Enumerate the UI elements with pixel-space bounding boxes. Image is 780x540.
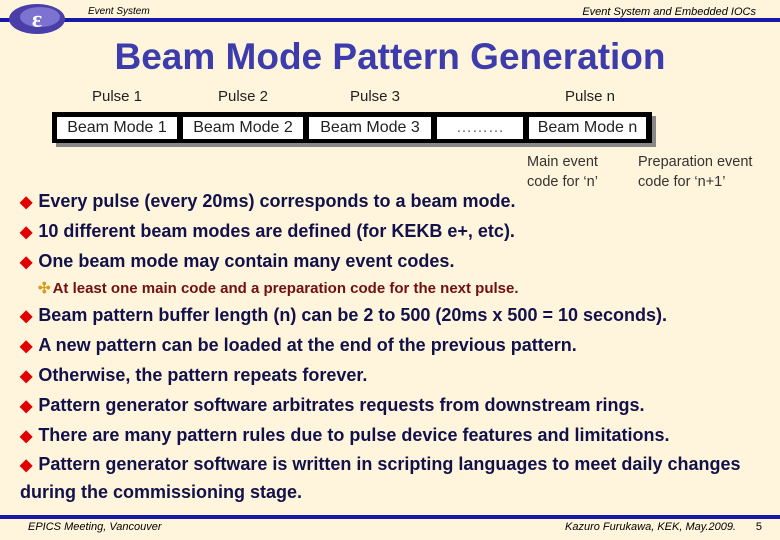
footer-event-name: EPICS Meeting, Vancouver bbox=[28, 521, 162, 533]
bullet-text: A new pattern can be loaded at the end o… bbox=[38, 335, 577, 355]
kek-e-logo-icon: ε bbox=[9, 4, 65, 34]
diamond-bullet-icon: ◆ bbox=[20, 224, 33, 241]
beam-mode-box: Beam Mode 1 bbox=[57, 117, 177, 139]
bullet-item: ◆ Beam pattern buffer length (n) can be 2… bbox=[20, 301, 770, 331]
bullet-item: ◆ One beam mode may contain many event co… bbox=[20, 247, 770, 277]
bullet-item: ◆ There are many pattern rules due to pul… bbox=[20, 421, 770, 451]
bullet-text: Otherwise, the pattern repeats forever. bbox=[38, 365, 368, 385]
bullet-text: 10 different beam modes are defined (for… bbox=[38, 221, 515, 241]
bullet-text: Pattern generator software is written in… bbox=[20, 454, 741, 502]
diamond-bullet-icon: ◆ bbox=[20, 428, 33, 445]
bullet-text: One beam mode may contain many event cod… bbox=[38, 251, 455, 271]
pulse-label: Pulse 1 bbox=[91, 88, 143, 105]
svg-text:ε: ε bbox=[32, 7, 42, 33]
diamond-bullet-icon: ◆ bbox=[20, 398, 33, 415]
star-bullet-icon: ✣ bbox=[38, 280, 51, 297]
diamond-bullet-icon: ◆ bbox=[20, 308, 33, 325]
sub-bullet-text: At least one main code and a preparation… bbox=[52, 280, 519, 297]
slide-title: Beam Mode Pattern Generation bbox=[114, 36, 666, 77]
diamond-bullet-icon: ◆ bbox=[20, 457, 33, 474]
diamond-bullet-icon: ◆ bbox=[20, 338, 33, 355]
beam-mode-sequence: Beam Mode 1 Beam Mode 2 Beam Mode 3 ……… … bbox=[52, 112, 652, 143]
footer-rule bbox=[0, 515, 780, 519]
beam-mode-box: Beam Mode 2 bbox=[183, 117, 303, 139]
main-event-note: Main event code for ‘n’ bbox=[527, 152, 598, 192]
diamond-bullet-icon: ◆ bbox=[20, 194, 33, 211]
sub-bullet-item: ✣ At least one main code and a preparatio… bbox=[38, 277, 770, 301]
diamond-bullet-icon: ◆ bbox=[20, 368, 33, 385]
bullet-text: Every pulse (every 20ms) corresponds to … bbox=[38, 191, 516, 211]
beam-mode-box: Beam Mode n bbox=[529, 117, 646, 139]
ellipsis-box: ……… bbox=[437, 117, 523, 139]
bullet-item: ◆ Pattern generator software arbitrates r… bbox=[20, 391, 770, 421]
preparation-event-note: Preparation event code for ‘n+1’ bbox=[638, 152, 752, 192]
pulse-label: Pulse 3 bbox=[349, 88, 401, 105]
bullet-text: There are many pattern rules due to puls… bbox=[38, 425, 670, 445]
bullet-item: ◆ A new pattern can be loaded at the end … bbox=[20, 331, 770, 361]
diamond-bullet-icon: ◆ bbox=[20, 254, 33, 271]
bullet-list: ◆ Every pulse (every 20ms) corresponds to… bbox=[20, 187, 770, 505]
bullet-text: Pattern generator software arbitrates re… bbox=[38, 395, 645, 415]
bullet-text: Beam pattern buffer length (n) can be 2 … bbox=[38, 305, 668, 325]
note-line: Preparation event bbox=[638, 154, 753, 170]
bullet-item: ◆ 10 different beam modes are defined (fo… bbox=[20, 217, 770, 247]
header-right-text: Event System and Embedded IOCs bbox=[582, 6, 756, 18]
pulse-label: Pulse 2 bbox=[217, 88, 269, 105]
footer-author: Kazuro Furukawa, KEK, May.2009. bbox=[565, 521, 736, 533]
beam-mode-box: Beam Mode 3 bbox=[309, 117, 431, 139]
bullet-item: ◆ Otherwise, the pattern repeats forever. bbox=[20, 361, 770, 391]
bullet-item: ◆ Every pulse (every 20ms) corresponds to… bbox=[20, 187, 770, 217]
header-rule bbox=[0, 18, 780, 22]
pulse-label: Pulse n bbox=[564, 88, 616, 105]
note-line: Main event bbox=[527, 154, 598, 170]
header-left-text: Event System bbox=[88, 6, 150, 17]
page-number: 5 bbox=[755, 521, 762, 533]
bullet-item: ◆ Pattern generator software is written i… bbox=[20, 451, 770, 505]
